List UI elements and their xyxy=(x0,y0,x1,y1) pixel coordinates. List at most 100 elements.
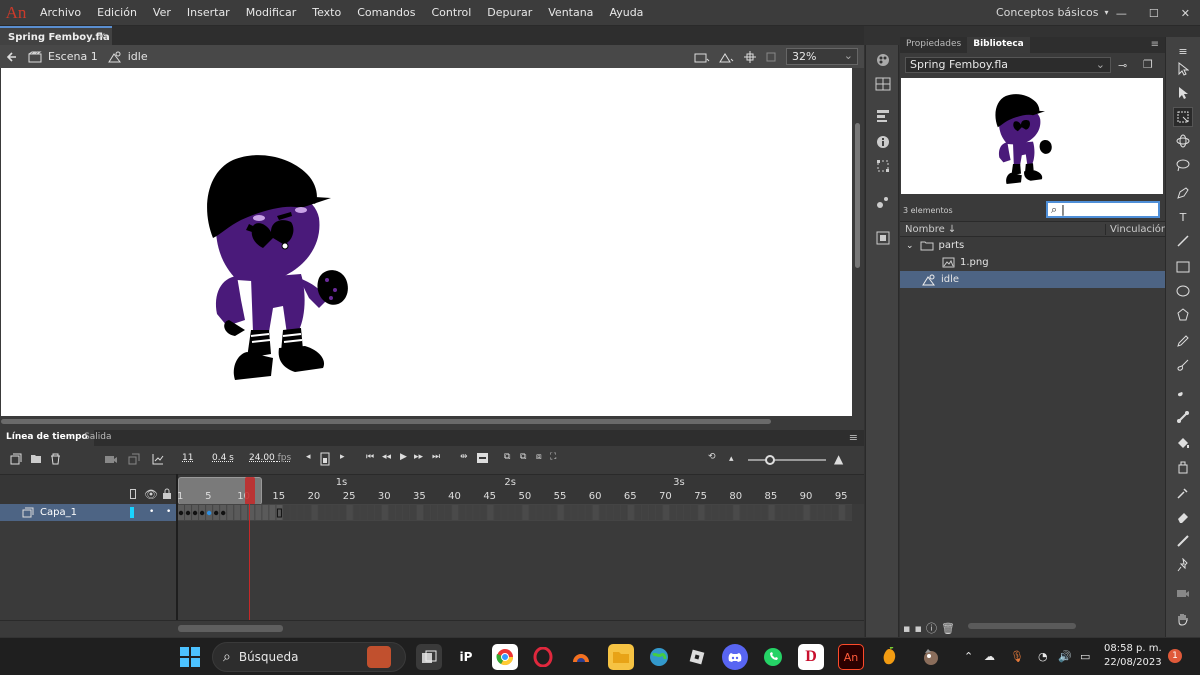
frame-cell[interactable] xyxy=(283,505,290,520)
back-arrow-icon[interactable] xyxy=(6,51,18,63)
app-d-icon[interactable]: D xyxy=(798,644,824,670)
frame-cell[interactable] xyxy=(325,505,332,520)
frame-cell[interactable] xyxy=(747,505,754,520)
new-symbol-icon[interactable]: ▪ xyxy=(903,622,910,635)
menu-insertar[interactable]: Insertar xyxy=(179,0,238,26)
library-horizontal-scrollbar[interactable] xyxy=(968,623,1076,629)
current-frame[interactable]: 11 xyxy=(182,453,193,463)
eyedropper-tool-icon[interactable] xyxy=(1173,483,1193,503)
transform-icon[interactable] xyxy=(874,157,892,175)
roblox-icon[interactable] xyxy=(684,644,710,670)
ink-bottle-tool-icon[interactable] xyxy=(1173,457,1193,477)
keyframe[interactable] xyxy=(220,510,226,516)
frame-rate[interactable]: 24.00 fps xyxy=(249,453,291,463)
clip-icon[interactable] xyxy=(765,51,777,63)
playhead-line[interactable] xyxy=(249,504,250,620)
frame-cells[interactable] xyxy=(178,504,852,521)
frame-cell[interactable] xyxy=(297,505,304,520)
frame-cell[interactable] xyxy=(311,505,318,520)
library-document-select[interactable]: Spring Femboy.fla ⌄ xyxy=(905,57,1111,73)
frame-cell[interactable] xyxy=(620,505,627,520)
frame-cell[interactable] xyxy=(571,505,578,520)
ibis-paint-icon[interactable]: iP xyxy=(453,644,479,670)
previous-frame-icon[interactable]: ◂ xyxy=(306,452,311,462)
tab-output[interactable]: Salida xyxy=(78,430,117,446)
layer-depth-icon[interactable] xyxy=(128,453,140,465)
paint-bucket-tool-icon[interactable] xyxy=(1173,433,1193,453)
frame-cell[interactable] xyxy=(466,505,473,520)
onion-skin-icon[interactable]: ⧉ xyxy=(504,452,510,462)
close-icon[interactable]: ✕ xyxy=(1181,7,1190,20)
frame-cell[interactable] xyxy=(515,505,522,520)
frame-cell[interactable] xyxy=(649,505,656,520)
document-tab[interactable]: Spring Femboy.fla × xyxy=(0,26,112,45)
keyframe[interactable] xyxy=(206,510,212,516)
step-back-icon[interactable]: ◂◂ xyxy=(382,452,391,462)
graph-icon[interactable] xyxy=(152,453,164,465)
properties-icon[interactable]: ⓘ xyxy=(926,620,937,636)
go-to-last-icon[interactable]: ⏭ xyxy=(432,452,440,462)
frame-cell[interactable] xyxy=(810,505,817,520)
frame-cell[interactable] xyxy=(796,505,803,520)
frame-cell[interactable] xyxy=(494,505,501,520)
delete-icon[interactable]: 🗑 xyxy=(941,622,955,635)
column-linkage[interactable]: Vinculación xyxy=(1105,224,1167,235)
frame-cell[interactable] xyxy=(705,505,712,520)
menu-icon[interactable]: ≡ xyxy=(1173,41,1193,61)
frame-cell[interactable] xyxy=(768,505,775,520)
frame-cell[interactable] xyxy=(606,505,613,520)
workspace-switcher[interactable]: Conceptos básicos ▾ xyxy=(996,6,1109,19)
task-view-icon[interactable] xyxy=(416,644,442,670)
notification-badge[interactable]: 1 xyxy=(1168,649,1182,663)
frame-cell[interactable] xyxy=(599,505,606,520)
new-layer-icon[interactable] xyxy=(10,453,22,465)
stage-canvas[interactable] xyxy=(1,68,852,416)
keyframe[interactable] xyxy=(185,510,191,516)
lasso-tool-icon[interactable] xyxy=(1173,155,1193,175)
frame-cell[interactable] xyxy=(803,505,810,520)
frame-cell[interactable] xyxy=(522,505,529,520)
panel-menu-icon[interactable]: ≡ xyxy=(849,431,858,444)
stage-horizontal-scrollbar[interactable] xyxy=(1,417,852,426)
stage-vertical-scrollbar[interactable] xyxy=(853,68,863,416)
frame-cell[interactable] xyxy=(388,505,395,520)
frame-cell[interactable] xyxy=(353,505,360,520)
frame-cell[interactable] xyxy=(670,505,677,520)
library-item-bitmap[interactable]: 1.png xyxy=(900,254,1165,271)
frame-cell[interactable] xyxy=(402,505,409,520)
hand-tool-icon[interactable] xyxy=(1173,609,1193,629)
frame-cell[interactable] xyxy=(360,505,367,520)
edit-scene-icon[interactable] xyxy=(694,51,710,63)
maximize-icon[interactable]: ☐ xyxy=(1149,7,1159,20)
onedrive-icon[interactable]: ☁ xyxy=(984,650,995,663)
menu-ver[interactable]: Ver xyxy=(145,0,179,26)
free-transform-tool-icon[interactable] xyxy=(1173,107,1193,127)
layer-row[interactable]: Capa_1 • • xyxy=(0,504,176,521)
file-explorer-icon[interactable] xyxy=(608,644,634,670)
frame-cell[interactable] xyxy=(838,505,845,520)
visibility-dot[interactable]: • xyxy=(149,507,154,517)
frame-cell[interactable] xyxy=(452,505,459,520)
frame-cell[interactable] xyxy=(339,505,346,520)
next-frame-icon[interactable]: ▸ xyxy=(340,452,345,462)
pen-tool-icon[interactable] xyxy=(1173,183,1193,203)
frame-cell[interactable] xyxy=(318,505,325,520)
library-item-symbol[interactable]: idle xyxy=(900,271,1165,288)
frame-cell[interactable] xyxy=(395,505,402,520)
frame-cell[interactable] xyxy=(445,505,452,520)
scroll-thumb[interactable] xyxy=(855,123,860,268)
frame-cell[interactable] xyxy=(775,505,782,520)
eraser-tool-icon[interactable] xyxy=(1173,507,1193,527)
frame-cell[interactable] xyxy=(831,505,838,520)
menu-comandos[interactable]: Comandos xyxy=(349,0,423,26)
globe-app-icon[interactable] xyxy=(646,644,672,670)
line-tool-icon[interactable] xyxy=(1173,231,1193,251)
playhead-marker[interactable] xyxy=(245,477,255,505)
onion-skin-outlines-icon[interactable]: ⧉ xyxy=(520,452,526,462)
edit-symbols-icon[interactable] xyxy=(719,51,735,63)
minimize-icon[interactable]: — xyxy=(1116,7,1127,20)
frame-cell[interactable] xyxy=(304,505,311,520)
frames-row[interactable] xyxy=(178,504,852,521)
menu-ventana[interactable]: Ventana xyxy=(540,0,601,26)
frame-cell[interactable] xyxy=(241,505,248,520)
